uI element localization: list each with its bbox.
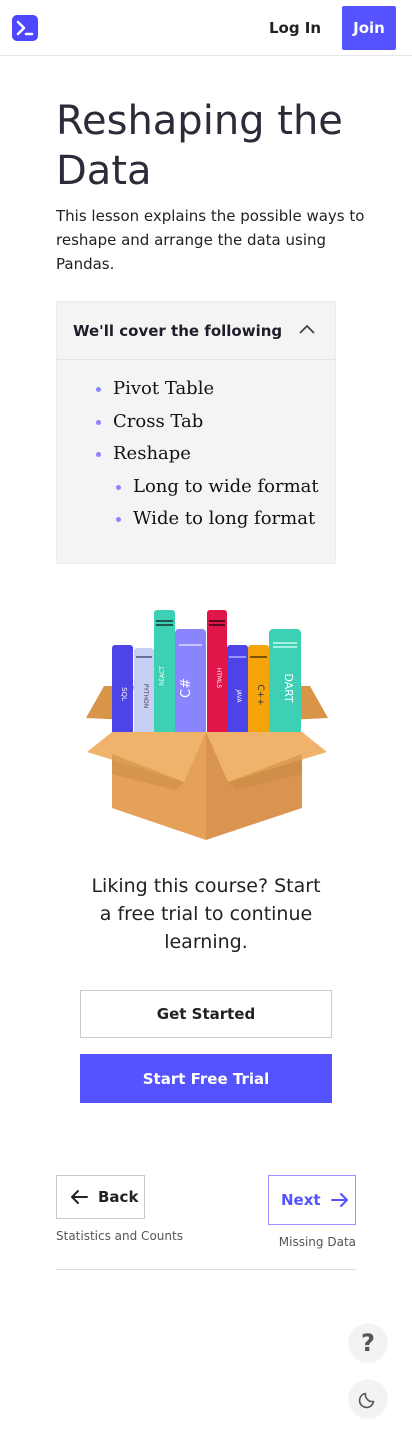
book-java: JAVA <box>227 645 248 735</box>
next-label: Next <box>281 1191 321 1209</box>
moon-icon <box>358 1392 375 1409</box>
promo-text: Liking this course? Start a free trial t… <box>91 875 321 953</box>
join-button[interactable]: Join <box>342 6 396 50</box>
list-item[interactable]: Cross Tab <box>96 411 204 432</box>
books-in-box-illustration: SQL PYTHON REACT C# HTML5 JAVA C++ DART <box>86 610 328 840</box>
book-dart: DART <box>269 629 301 735</box>
book-cpp: C++ <box>248 645 269 735</box>
help-button[interactable]: ? <box>348 1323 388 1363</box>
book-label: REACT <box>159 666 166 686</box>
list-item[interactable]: Reshape <box>96 443 191 464</box>
previous-lesson-title[interactable]: Statistics and Counts <box>56 1229 183 1243</box>
lesson-title: Reshaping the Data <box>56 98 343 194</box>
book-label: C++ <box>255 684 265 705</box>
topic-cross-tab: Cross Tab <box>113 411 204 432</box>
book-sql: SQL <box>112 645 133 735</box>
book-react: REACT <box>154 610 175 735</box>
back-button[interactable]: Back <box>56 1175 145 1219</box>
topic-long-to-wide: Long to wide format <box>133 476 319 497</box>
bullet-icon <box>116 485 121 490</box>
cover-panel-header[interactable]: We'll cover the following <box>57 302 335 360</box>
divider <box>56 1269 356 1270</box>
bullet-icon <box>96 452 101 457</box>
chevron-up-icon[interactable] <box>299 324 315 334</box>
list-item[interactable]: Pivot Table <box>96 378 215 399</box>
book-label: DART <box>282 673 295 703</box>
next-button[interactable]: Next <box>268 1175 356 1225</box>
book-html5: HTML5 <box>207 610 227 735</box>
start-free-trial-button[interactable]: Start Free Trial <box>80 1054 332 1103</box>
book-label: JAVA <box>235 688 242 703</box>
theme-toggle-button[interactable] <box>348 1379 388 1419</box>
list-item[interactable]: Long to wide format <box>116 476 319 497</box>
bullet-icon <box>96 387 101 392</box>
terminal-prompt-icon[interactable] <box>12 15 38 41</box>
next-lesson-title[interactable]: Missing Data <box>279 1235 356 1249</box>
book-label: C# <box>179 678 194 698</box>
book-label: SQL <box>120 687 128 701</box>
topic-wide-to-long: Wide to long format <box>133 508 316 529</box>
book-csharp: C# <box>175 629 206 735</box>
list-item[interactable]: Wide to long format <box>116 508 316 529</box>
get-started-button[interactable]: Get Started <box>80 990 332 1038</box>
topic-reshape: Reshape <box>113 443 191 464</box>
arrow-left-icon <box>71 1190 88 1204</box>
arrow-right-icon <box>330 1193 348 1207</box>
bullet-icon <box>116 517 121 522</box>
question-mark-icon: ? <box>361 1329 375 1357</box>
top-navigation-bar: Log In Join <box>0 0 412 56</box>
bullet-icon <box>96 420 101 425</box>
book-label: HTML5 <box>215 668 222 689</box>
book-label: PYTHON <box>142 684 149 709</box>
back-label: Back <box>98 1188 139 1206</box>
login-button[interactable]: Log In <box>256 8 334 48</box>
book-python: PYTHON <box>134 648 154 735</box>
topic-pivot-table: Pivot Table <box>113 378 215 399</box>
lesson-description: This lesson explains the possible ways t… <box>56 207 365 273</box>
cover-panel-heading: We'll cover the following <box>73 321 283 340</box>
